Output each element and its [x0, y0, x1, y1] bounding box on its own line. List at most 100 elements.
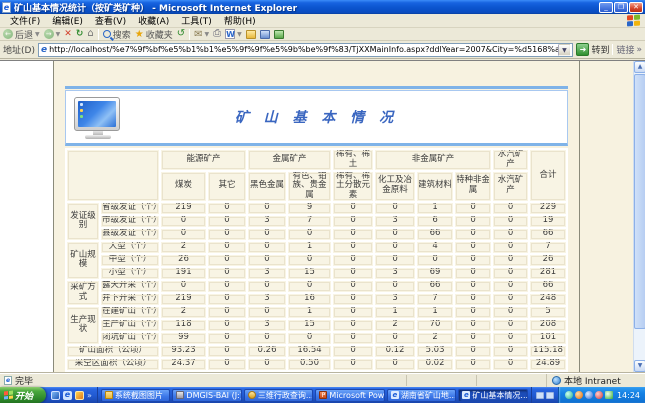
links-bar[interactable]: 链接 »	[616, 43, 642, 56]
status-bar: e 完毕 本地 Intranet	[0, 373, 645, 387]
data-cell: 101	[529, 332, 567, 345]
taskbar-button[interactable]: e湖南省矿山地...	[387, 389, 457, 402]
data-cell: 0	[287, 254, 332, 267]
system-tray: 14:24	[558, 387, 645, 403]
back-button[interactable]: ← 后退 ▼	[3, 28, 40, 41]
data-cell: 7	[529, 241, 567, 254]
address-label: 地址(D)	[3, 43, 35, 56]
home-button[interactable]: ⌂	[87, 29, 93, 39]
forward-dropdown-icon[interactable]: ▼	[56, 31, 61, 38]
data-cell: 0	[492, 358, 529, 371]
stop-button[interactable]: ✕	[64, 29, 72, 39]
data-cell: 0	[492, 228, 529, 241]
table-row: 采矿方式露天开采（个）000000660066	[66, 280, 567, 293]
taskbar-button[interactable]: 系统截图图片	[101, 389, 171, 402]
column-group-header: 水汽矿产	[492, 149, 529, 171]
research-button[interactable]	[260, 30, 270, 39]
restore-button[interactable]: ❐	[614, 2, 628, 13]
quick-launch-chevron-icon[interactable]: »	[87, 391, 92, 400]
data-cell: 0	[416, 254, 454, 267]
network-icon[interactable]	[585, 391, 593, 399]
data-cell: 1	[416, 202, 454, 215]
app-icon	[248, 391, 256, 399]
minimized-window-icon[interactable]	[546, 392, 554, 399]
powerpoint-icon: P	[319, 391, 327, 399]
go-label: 转到	[591, 43, 609, 56]
internet-explorer-icon[interactable]: e	[63, 391, 72, 400]
menu-item[interactable]: 帮助(H)	[218, 17, 262, 27]
mail-dropdown-icon[interactable]: ▼	[205, 31, 210, 38]
show-desktop-icon[interactable]	[51, 391, 60, 400]
status-pane	[406, 375, 476, 386]
messenger-button[interactable]	[274, 30, 284, 39]
vertical-scrollbar[interactable]: ▲ ▼	[633, 61, 645, 372]
taskbar-button[interactable]: DMGIS-BAI (J:)	[172, 389, 242, 402]
column-group-header: 稀有、稀土	[332, 149, 374, 171]
taskbar-button-label: 湖南省矿山地...	[401, 390, 457, 401]
taskbar-button[interactable]: PMicrosoft Pow...	[315, 389, 385, 402]
address-dropdown-icon[interactable]: ▼	[558, 44, 570, 56]
menu-item[interactable]: 收藏(A)	[132, 17, 175, 27]
back-dropdown-icon[interactable]: ▼	[35, 31, 40, 38]
data-cell: 2	[160, 241, 207, 254]
data-cell: 115.18	[529, 345, 567, 358]
data-cell: 0	[332, 280, 374, 293]
go-button[interactable]: ➜ 转到	[576, 43, 609, 56]
mail-button[interactable]: ✉ ▼	[194, 29, 209, 40]
column-group-header: 金属矿产	[247, 149, 332, 171]
column-header: 稀有、稀土分散元素	[332, 171, 374, 202]
minimized-window-icon[interactable]	[536, 392, 544, 399]
menu-bar: 文件(F)编辑(E)查看(V)收藏(A)工具(T)帮助(H)	[0, 14, 645, 28]
edit-button[interactable]: W ▼	[225, 29, 242, 39]
scrollbar-thumb[interactable]	[634, 74, 645, 329]
menu-item[interactable]: 文件(F)	[4, 17, 46, 27]
close-button[interactable]: ✕	[629, 2, 643, 13]
data-cell: 1	[374, 306, 416, 319]
data-cell: 248	[529, 293, 567, 306]
address-input[interactable]	[49, 45, 558, 54]
minimize-button[interactable]: _	[599, 2, 613, 13]
data-cell: 281	[529, 267, 567, 280]
antivirus-icon[interactable]	[595, 391, 603, 399]
start-flag-icon	[4, 390, 13, 400]
start-button[interactable]: 开始	[0, 387, 46, 403]
display-icon[interactable]	[605, 391, 613, 399]
data-cell: 0	[332, 332, 374, 345]
data-cell: 3	[247, 293, 287, 306]
edit-dropdown-icon[interactable]: ▼	[237, 31, 242, 38]
main-frame: 矿 山 基 本 情 况 能源矿产金属矿产稀有、稀土非金属矿产水汽矿产合计煤炭其它…	[54, 61, 579, 372]
taskbar-button[interactable]: e矿山基本情况...	[458, 389, 528, 402]
zone-label: 本地 Intranet	[564, 374, 621, 387]
menu-item[interactable]: 工具(T)	[175, 17, 218, 27]
data-cell: 9	[287, 202, 332, 215]
data-cell: 0	[454, 202, 492, 215]
data-cell: 0	[287, 228, 332, 241]
data-cell: 0	[492, 267, 529, 280]
discuss-button[interactable]	[246, 30, 256, 39]
row-group-header: 发证级别	[66, 202, 100, 241]
menu-item[interactable]: 编辑(E)	[46, 17, 89, 27]
data-cell: 3	[247, 215, 287, 228]
data-cell: 0	[332, 254, 374, 267]
history-button[interactable]: ↺	[177, 29, 185, 39]
volume-icon[interactable]	[565, 391, 573, 399]
media-player-icon[interactable]	[75, 391, 84, 400]
data-cell: 0	[332, 215, 374, 228]
data-cell: 219	[160, 293, 207, 306]
menu-item[interactable]: 查看(V)	[89, 17, 132, 27]
taskbar-button[interactable]: 三维行政查询...	[244, 389, 314, 402]
column-header: 水汽矿产	[492, 171, 529, 202]
row-label: 在建矿山（个）	[100, 306, 160, 319]
data-cell: 0	[454, 358, 492, 371]
print-button[interactable]: ⎙	[213, 29, 221, 39]
scroll-up-icon[interactable]: ▲	[634, 61, 645, 73]
table-row: 井下开采（个）219031603700248	[66, 293, 567, 306]
search-button[interactable]: 搜索	[103, 28, 131, 41]
refresh-button[interactable]: ↻	[76, 29, 84, 39]
forward-button[interactable]: → ▼	[44, 29, 61, 39]
updates-icon[interactable]	[575, 391, 583, 399]
scroll-down-icon[interactable]: ▼	[634, 360, 645, 372]
row-label: 大型（个）	[100, 241, 160, 254]
favorites-label: 收藏夹	[146, 28, 173, 41]
favorites-button[interactable]: ★ 收藏夹	[135, 28, 173, 41]
